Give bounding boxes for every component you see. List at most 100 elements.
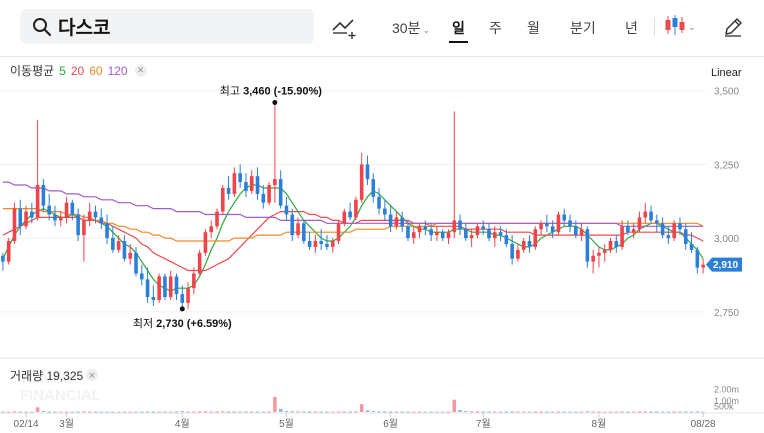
toolbar: 다스코 30분 ⌄ 일 주 월 분기 년 ⌄ [0,0,764,56]
volume-bar [672,411,676,413]
candle-body [284,205,289,215]
volume-bar [649,411,653,413]
volume-bar [203,411,208,413]
candle-body [614,241,619,247]
candle-body [186,288,190,303]
volume-bar [678,411,682,413]
candle-body [296,223,300,236]
candle-body [394,217,399,227]
candle-body [168,276,173,298]
volume-bar [307,411,312,413]
candle-body [192,273,196,289]
candle-body [365,164,370,180]
candle-body [342,211,347,224]
high-prefix: 최고 [220,84,240,97]
period-30min-dropdown[interactable]: 30분 ⌄ [392,18,430,38]
candle-body [579,229,584,236]
candle-body [99,217,104,224]
search-box[interactable]: 다스코 [20,9,314,44]
volume-bar [539,411,543,413]
period-week-tab[interactable]: 주 [489,18,502,38]
candle-body [76,214,80,236]
candle-body [574,226,578,236]
candle-body [82,220,86,236]
volume-bar [18,411,23,413]
candle-body [215,211,219,227]
close-volume-icon[interactable]: ✕ [86,369,98,381]
candle-body [568,220,572,227]
volume-bar [689,411,694,413]
moving-average-line-ma20 [2,211,704,272]
period-month-tab[interactable]: 월 [527,18,540,38]
candle-body [180,294,185,303]
volume-bar [221,411,225,413]
candle-body [290,214,295,236]
period-year-tab[interactable]: 년 [625,18,638,38]
chart-type-selector[interactable]: ⌄ [664,14,696,40]
price-chart[interactable]: 2,7503,0003,2503,500 NAVER FINANCIAL 최고 … [0,56,764,433]
period-day-tab[interactable]: 일 [449,18,468,43]
volume-bar [197,411,202,413]
candle-body [232,173,237,194]
candle-body [695,249,700,268]
moving-average-line-ma120 [2,181,704,227]
price-tick-label: 2,750 [714,308,739,319]
candle-body [429,229,433,236]
high-marker [272,99,278,105]
date-tick-label: 4월 [175,418,190,430]
candle-body [197,252,202,274]
candle-body [660,223,665,236]
volume-bar [226,411,231,413]
date-axis: 02/14 3월 4월 5월 6월 7월 8월 08/28 [0,412,764,430]
pencil-icon[interactable] [722,16,744,38]
candle-body [440,232,445,239]
volume-bar [348,411,352,413]
volume-bar [660,411,665,413]
candle-body [371,179,376,197]
candle-body [637,217,642,230]
candle-body [608,241,613,250]
volume-bar [394,411,399,413]
candlesticks [1,102,705,309]
current-price-tag: 2,910 [706,257,742,272]
volume-bar [597,411,601,413]
candle-body [539,223,543,230]
candle-body [597,252,601,256]
candle-body [701,264,705,268]
candle-body [145,279,150,298]
candle-body [261,193,266,203]
candle-body [319,241,323,244]
volume-bar [643,411,648,413]
candle-body [30,211,34,218]
high-value: 3,460 [243,85,271,97]
search-icon[interactable] [32,17,52,37]
candle-body [105,223,109,239]
volume-bar [655,411,659,413]
date-tick-label: 3월 [59,418,74,430]
volume-bar [469,411,474,413]
volume-bar [383,411,387,413]
period-quarter-tab[interactable]: 분기 [570,18,596,38]
current-price-label: 2,910 [713,260,738,271]
candle-body [469,235,474,239]
candle-body [238,173,242,183]
candle-body [435,232,439,236]
volume-bar [163,411,167,413]
candle-body [255,176,260,194]
candle-body [458,220,462,230]
low-marker [179,306,185,312]
candle-body [533,229,538,247]
candle-body [510,243,514,259]
volume-bar [145,411,150,413]
candle-body [359,164,364,200]
volume-bar [267,411,271,413]
candle-body [249,176,254,191]
add-indicator-icon[interactable] [331,16,359,40]
volume-bar [591,411,595,413]
candlestick-icon [664,14,686,41]
candle-body [521,241,526,250]
candle-body [6,241,11,262]
high-annotation: 최고 3,460 (-15.90%) [220,84,323,97]
candle-body [64,202,69,218]
volume-bar [504,411,509,413]
